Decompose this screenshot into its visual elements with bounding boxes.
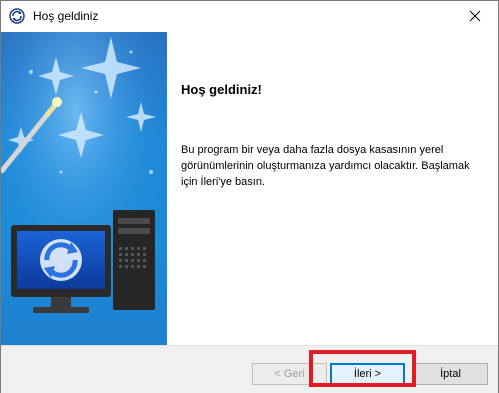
button-bar: < Geri İleri > İptal xyxy=(1,345,498,393)
wizard-banner-image xyxy=(1,32,167,345)
wizard-content: Hoş geldiniz! Bu program bir veya daha f… xyxy=(167,32,498,345)
app-sync-icon xyxy=(9,8,25,24)
page-description: Bu program bir veya daha fazla dosya kas… xyxy=(181,144,470,188)
next-button-highlight xyxy=(309,350,416,387)
close-button[interactable] xyxy=(452,1,498,31)
wizard-window: Hoş geldiniz Hoş geldiniz! Bu program bi… xyxy=(0,0,499,393)
window-title: Hoş geldiniz xyxy=(33,9,99,23)
page-heading: Hoş geldiniz! xyxy=(181,82,262,97)
close-icon xyxy=(469,10,481,22)
cancel-button[interactable]: İptal xyxy=(413,363,488,385)
title-bar: Hoş geldiniz xyxy=(1,1,498,31)
